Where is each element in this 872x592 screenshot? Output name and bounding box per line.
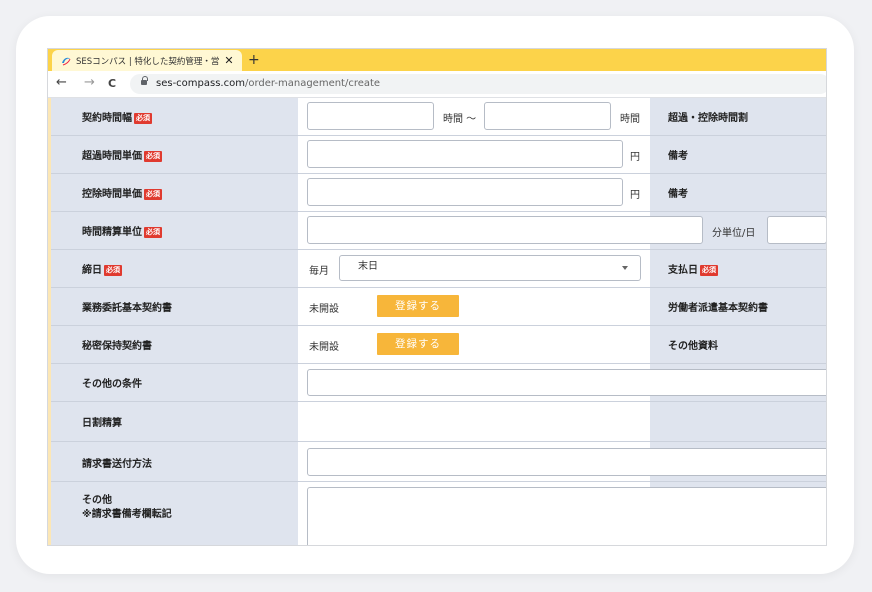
- closing-day-selected: 末日: [358, 261, 378, 272]
- row-divider: [51, 135, 826, 136]
- contract-hours-label-text: 契約時間幅: [82, 113, 132, 124]
- chevron-down-icon: [622, 266, 628, 270]
- closing-day-select[interactable]: 末日: [339, 255, 641, 281]
- payment-day-label: 支払日 必須: [668, 261, 718, 276]
- contract-hours-min-input[interactable]: [307, 102, 434, 130]
- outsourcing-contract-label: 業務委託基本契約書: [82, 303, 172, 314]
- closing-day-label: 締日 必須: [82, 261, 122, 276]
- address-bar-row: ← → C ses-compass.com/order-management/c…: [48, 71, 826, 98]
- other-notes-textarea[interactable]: [307, 487, 826, 545]
- time-unit-input[interactable]: [307, 216, 703, 244]
- row-divider: [51, 481, 826, 482]
- register-outsourcing-button[interactable]: 登録する: [377, 295, 459, 317]
- overtime-rate-label: 超過時間単価 必須: [82, 147, 162, 162]
- other-label: その他: [82, 495, 112, 506]
- required-badge: 必須: [144, 227, 162, 238]
- url-input[interactable]: ses-compass.com/order-management/create: [130, 74, 826, 94]
- row-divider: [51, 173, 826, 174]
- url-path: /order-management/create: [244, 78, 381, 89]
- outsourcing-contract-status: 未開設: [309, 304, 339, 315]
- new-tab-button[interactable]: +: [248, 51, 260, 69]
- overtime-rate-unit: 円: [630, 152, 640, 163]
- forward-arrow-icon[interactable]: →: [84, 76, 95, 90]
- closing-day-prefix: 毎月: [309, 266, 329, 277]
- other-conditions-input[interactable]: [307, 369, 826, 396]
- row-divider: [51, 287, 826, 288]
- row-divider: [51, 363, 826, 364]
- browser-tab[interactable]: SESコンパス | 特化した契約管理・営 ✕: [52, 50, 242, 71]
- tab-bar: SESコンパス | 特化した契約管理・営 ✕ +: [48, 49, 826, 71]
- payment-day-label-text: 支払日: [668, 265, 698, 276]
- invoice-method-label: 請求書送付方法: [82, 459, 152, 470]
- nda-status: 未開設: [309, 342, 339, 353]
- close-tab-icon[interactable]: ✕: [222, 54, 236, 67]
- overtime-rate-label-text: 超過時間単価: [82, 151, 142, 162]
- time-unit-extra-input[interactable]: [767, 216, 826, 244]
- closing-day-label-text: 締日: [82, 265, 102, 276]
- dispatch-contract-label: 労働者派遣基本契約書: [668, 303, 768, 314]
- deduction-rate-input[interactable]: [307, 178, 623, 206]
- overtime-rate-input[interactable]: [307, 140, 623, 168]
- deduction-rate-label-text: 控除時間単価: [82, 189, 142, 200]
- url-text: ses-compass.com/order-management/create: [156, 78, 380, 89]
- required-badge: 必須: [700, 265, 718, 276]
- required-badge: 必須: [134, 113, 152, 124]
- deduction-note-label: 備考: [668, 189, 688, 200]
- back-arrow-icon[interactable]: ←: [56, 76, 67, 90]
- required-badge: 必須: [104, 265, 122, 276]
- contract-hours-label: 契約時間幅 必須: [82, 109, 152, 124]
- row-divider: [51, 441, 826, 442]
- other-conditions-label: その他の条件: [82, 379, 142, 390]
- reload-icon[interactable]: C: [108, 77, 116, 91]
- contract-hours-sep: 時間 〜: [443, 114, 477, 125]
- time-unit-suffix: 分単位/日: [712, 228, 756, 239]
- row-divider: [51, 401, 826, 402]
- other-sub-label: ※請求書備考欄転記: [82, 509, 172, 520]
- row-divider: [51, 249, 826, 250]
- time-unit-label-text: 時間精算単位: [82, 227, 142, 238]
- contract-hours-unit: 時間: [620, 114, 640, 125]
- deduction-rate-label: 控除時間単価 必須: [82, 185, 162, 200]
- required-badge: 必須: [144, 151, 162, 162]
- browser-window: SESコンパス | 特化した契約管理・営 ✕ + ← → C ses-compa…: [47, 48, 827, 546]
- right-label-column: [650, 98, 826, 545]
- contract-hours-max-input[interactable]: [484, 102, 611, 130]
- row-divider: [51, 211, 826, 212]
- lock-icon: [141, 76, 148, 85]
- invoice-method-input[interactable]: [307, 448, 826, 476]
- register-nda-button[interactable]: 登録する: [377, 333, 459, 355]
- row-divider: [51, 325, 826, 326]
- site-favicon-icon: [60, 55, 72, 67]
- time-unit-label: 時間精算単位 必須: [82, 223, 162, 238]
- tab-title: SESコンパス | 特化した契約管理・営: [76, 56, 220, 67]
- label-column: [51, 98, 298, 545]
- required-badge: 必須: [144, 189, 162, 200]
- overtime-deduction-label: 超過・控除時間割: [668, 113, 748, 124]
- deduction-rate-unit: 円: [630, 190, 640, 201]
- other-documents-label: その他資料: [668, 341, 718, 352]
- overtime-note-label: 備考: [668, 151, 688, 162]
- order-form: 契約時間幅 必須 時間 〜 時間 超過・控除時間割 超過時間単価 必須 円 備考 控…: [48, 98, 826, 545]
- url-host: ses-compass.com: [156, 78, 245, 89]
- nda-label: 秘密保持契約書: [82, 341, 152, 352]
- daily-settlement-label: 日割精算: [82, 418, 122, 429]
